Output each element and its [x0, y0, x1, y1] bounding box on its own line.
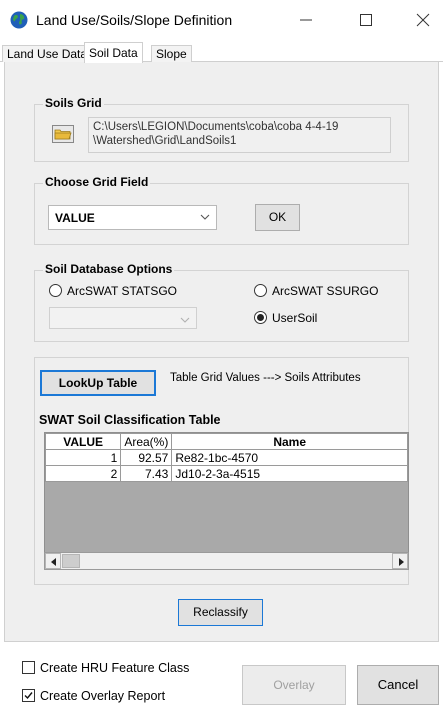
folder-icon[interactable]	[52, 125, 74, 143]
window-title: Land Use/Soils/Slope Definition	[36, 12, 233, 28]
cell-value[interactable]: 2	[44, 465, 122, 482]
cell-name[interactable]: Jd10-2-3a-4515	[171, 465, 408, 482]
cell-area[interactable]: 7.43	[120, 465, 173, 482]
reclassify-button[interactable]: Reclassify	[178, 599, 263, 626]
tab-land-use-data[interactable]: Land Use Data	[2, 45, 93, 62]
column-header-area[interactable]: Area(%)	[120, 433, 173, 450]
radio-usersoil-label: UserSoil	[272, 311, 318, 325]
title-bar: Land Use/Soils/Slope Definition	[0, 0, 443, 40]
soils-grid-path-line1: C:\Users\LEGION\Documents\coba\coba 4-4-…	[93, 121, 339, 133]
minimize-icon[interactable]	[296, 10, 316, 30]
chevron-down-icon	[180, 317, 190, 323]
create-overlay-checkbox[interactable]: Create Overlay Report	[22, 689, 165, 703]
classification-title: SWAT Soil Classification Table	[39, 413, 221, 427]
soils-grid-path-line2: \Watershed\Grid\LandSoils1	[93, 135, 237, 147]
tab-soil-data[interactable]: Soil Data	[84, 42, 143, 63]
radio-arcswat-statsgo[interactable]: ArcSWAT STATSGO	[49, 284, 177, 298]
lookup-description: Table Grid Values ---> Soils Attributes	[170, 372, 361, 384]
soils-grid-group: Soils Grid C:\Users\LEGION\Documents\cob…	[34, 96, 409, 162]
cell-value[interactable]: 1	[44, 449, 122, 466]
triangle-right-icon	[399, 558, 404, 566]
soil-database-group: Soil Database Options ArcSWAT STATSGO Ar…	[34, 262, 409, 342]
soils-grid-path: C:\Users\LEGION\Documents\coba\coba 4-4-…	[88, 117, 391, 153]
table-row[interactable]: 2 7.43 Jd10-2-3a-4515	[44, 465, 408, 482]
soil-classification-table: VALUE Area(%) Name 1 92.57 Re82-1bc-4570…	[44, 433, 408, 482]
grid-field-title: Choose Grid Field	[43, 175, 151, 189]
horizontal-scrollbar[interactable]	[44, 552, 409, 570]
cell-area[interactable]: 92.57	[120, 449, 173, 466]
scroll-thumb[interactable]	[62, 554, 80, 568]
create-hru-box	[22, 661, 35, 674]
table-row[interactable]: 1 92.57 Re82-1bc-4570	[44, 449, 408, 466]
triangle-left-icon	[51, 558, 56, 566]
statsgo-state-select	[49, 307, 197, 329]
globe-icon	[10, 11, 28, 29]
ok-button[interactable]: OK	[255, 204, 300, 231]
soil-database-title: Soil Database Options	[43, 262, 175, 276]
grid-field-group: Choose Grid Field VALUE OK	[34, 175, 409, 245]
maximize-icon[interactable]	[356, 10, 376, 30]
create-overlay-box	[22, 689, 35, 702]
overlay-button[interactable]: Overlay	[242, 665, 346, 705]
scroll-right-button[interactable]	[392, 553, 408, 569]
soil-classification-grid[interactable]: VALUE Area(%) Name 1 92.57 Re82-1bc-4570…	[44, 432, 409, 570]
table-header-row: VALUE Area(%) Name	[44, 433, 408, 450]
tab-strip: Land Use Data Soil Data Slope	[0, 40, 443, 63]
scroll-left-button[interactable]	[45, 553, 61, 569]
radio-arcswat-ssurgo[interactable]: ArcSWAT SSURGO	[254, 284, 378, 298]
checkmark-icon	[24, 692, 33, 700]
column-header-value[interactable]: VALUE	[44, 433, 122, 450]
radio-ssurgo-label: ArcSWAT SSURGO	[272, 284, 379, 298]
chevron-down-icon	[200, 214, 210, 220]
grid-field-select[interactable]: VALUE	[48, 205, 217, 230]
radio-statsgo-indicator	[49, 284, 62, 297]
column-header-name[interactable]: Name	[171, 433, 408, 450]
cell-name[interactable]: Re82-1bc-4570	[171, 449, 408, 466]
soils-grid-title: Soils Grid	[43, 96, 104, 110]
close-icon[interactable]	[413, 10, 433, 30]
create-hru-label: Create HRU Feature Class	[40, 661, 190, 675]
radio-usersoil[interactable]: UserSoil	[254, 311, 317, 325]
grid-field-selected: VALUE	[55, 211, 95, 225]
tab-slope[interactable]: Slope	[151, 45, 192, 62]
radio-usersoil-indicator	[254, 311, 267, 324]
lookup-table-button[interactable]: LookUp Table	[40, 370, 156, 396]
radio-ssurgo-indicator	[254, 284, 267, 297]
radio-statsgo-label: ArcSWAT STATSGO	[67, 284, 178, 298]
cancel-button[interactable]: Cancel	[357, 665, 439, 705]
create-hru-checkbox[interactable]: Create HRU Feature Class	[22, 661, 189, 675]
create-overlay-label: Create Overlay Report	[40, 689, 166, 703]
